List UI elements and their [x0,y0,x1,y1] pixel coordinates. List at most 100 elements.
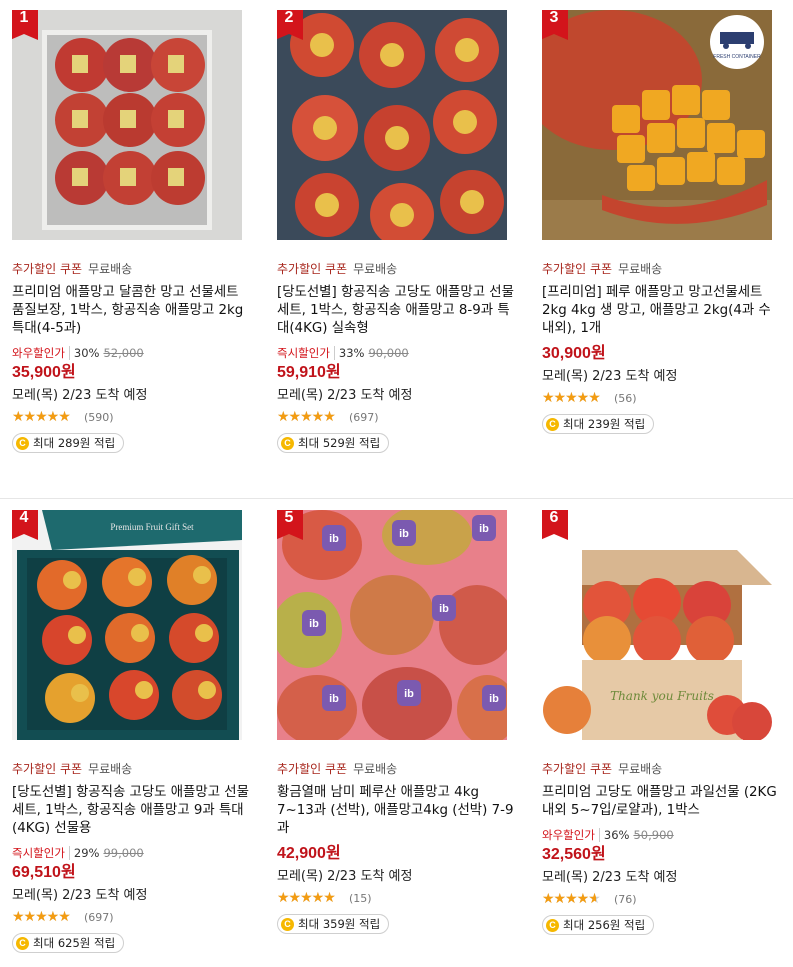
tag-line: 추가할인 쿠폰 무료배송 [542,262,793,276]
product-image[interactable]: 1 [12,10,242,240]
discount-line: 즉시할인가 29% 99,000 [12,846,274,860]
product-grid: 1 추가할인 쿠폰 무료배송 프리미엄 애플망고 달콤한 망고 선물세트 품질보장… [0,0,793,967]
product-image[interactable]: 2 [277,10,507,240]
sale-price: 42,900원 [277,845,341,862]
sticker-text: ib [399,528,409,540]
product-card[interactable]: 3 FRESH CONTAINER 추가할인 쿠폰무료배송 [프리미엄] 페루 [542,10,793,434]
discount-label: 즉시할인가 [277,346,335,360]
product-image[interactable]: 3 FRESH CONTAINER [542,10,772,240]
product-image[interactable]: 4 Premium Fruit Gift Set [12,510,242,740]
sale-price: 69,510원 [12,864,76,881]
reward-text: 최대 239원 적립 [563,417,646,431]
coin-icon: C [16,936,29,950]
review-count: (590) [84,410,114,424]
cut-mango-image: FRESH CONTAINER [542,10,772,240]
free-shipping-tag: 무료배송 [618,262,663,276]
product-card[interactable]: 5 ib ib ib ib ib ib ib ib 추가할인 쿠폰 무료배송 황… [277,510,539,934]
original-price: 50,900 [633,828,674,842]
reward-button[interactable]: C 최대 529원 적립 [277,433,390,453]
discount-rate: 36% [603,828,630,842]
delivery-info: 모레(목) 2/23 도착 예정 [12,388,148,403]
coin-icon: C [546,417,559,431]
rank-badge: 2 [277,10,303,40]
reward-text: 최대 256원 적립 [563,918,646,932]
review-count: (56) [614,391,637,405]
delivery-info: 모레(목) 2/23 도착 예정 [542,369,678,384]
review-count: (76) [614,892,637,906]
rating: ★★★★★ ★★★★★ (697) [277,409,539,425]
reward-button[interactable]: C 최대 289원 적립 [12,433,125,453]
product-image[interactable]: 6 Thank you Fruits [542,510,772,740]
review-count: (697) [349,410,379,424]
sticker-text: ib [439,603,449,615]
review-count: (15) [349,891,372,905]
discount-line: 와우할인가 36% 50,900 [542,828,793,842]
sticker-text: ib [309,618,319,630]
rank-badge: 6 [542,510,568,540]
tag-line: 추가할인 쿠폰 무료배송 [12,762,274,776]
star-icon: ★★★★★ ★★★★★ [12,910,71,924]
gift-box-image: Premium Fruit Gift Set [12,510,242,740]
product-title[interactable]: [프리미엄] 페루 애플망고 망고선물세트 2kg 4kg 생 망고, 애플망고… [542,284,782,338]
coin-icon: C [546,918,559,932]
product-title[interactable]: [당도선별] 항공직송 고당도 애플망고 선물세트, 1박스, 항공직송 애플망… [277,284,517,338]
coin-icon: C [16,436,29,450]
mango-net-image: ib ib ib ib ib ib ib ib [277,510,507,740]
reward-text: 최대 289원 적립 [33,436,116,450]
original-price: 52,000 [103,346,144,360]
rank-badge: 5 [277,510,303,540]
product-title[interactable]: [당도선별] 항공직송 고당도 애플망고 선물세트, 1박스, 항공직송 애플망… [12,784,252,838]
reward-button[interactable]: C 최대 239원 적립 [542,414,655,434]
tag-line: 추가할인 쿠폰 무료배송 [277,262,539,276]
product-title[interactable]: 프리미엄 고당도 애플망고 과일선물 (2KG 내외 5~7입/로얄과), 1박… [542,784,782,820]
rating: ★★★★★ ★★★★★ (590) [12,409,274,425]
coupon-tag: 추가할인 쿠폰 [277,262,348,276]
tag-line: 추가할인 쿠폰 무료배송 [12,262,274,276]
reward-button[interactable]: C 최대 256원 적립 [542,915,655,935]
coupon-tag: 추가할인 쿠폰 [542,262,613,276]
sale-price: 35,900원 [12,364,76,381]
star-icon: ★★★★★ ★★★★★ [277,891,336,905]
discount-line: 즉시할인가 33% 90,000 [277,346,539,360]
rating: ★★★★★ ★★★★★ (76) [542,891,793,907]
sticker-text: ib [404,688,414,700]
free-shipping-tag: 무료배송 [88,262,133,276]
rating: ★★★★★ ★★★★★ (697) [12,909,274,925]
reward-text: 최대 359원 적립 [298,917,381,931]
sticker-text: ib [329,693,339,705]
discount-label: 즉시할인가 [12,846,70,860]
star-icon: ★★★★★ ★★★★★ [12,410,71,424]
product-card[interactable]: 1 추가할인 쿠폰 무료배송 프리미엄 애플망고 달콤한 망고 선물세트 품질보장… [12,10,274,453]
product-card[interactable]: 2 추가할인 쿠폰 무료배송 [당도선별] 항공직송 고당도 애플망고 선물세트,… [277,10,539,453]
discount-rate: 29% [73,846,100,860]
discount-label: 와우할인가 [12,346,70,360]
sticker-text: ib [329,533,339,545]
reward-button[interactable]: C 최대 359원 적립 [277,914,390,934]
product-title[interactable]: 황금열매 남미 페루산 애플망고 4kg 7~13과 (선박), 애플망고4kg… [277,784,517,838]
star-icon: ★★★★★ ★★★★★ [542,892,600,906]
original-price: 99,000 [103,846,144,860]
delivery-info: 모레(목) 2/23 도착 예정 [277,388,413,403]
coupon-tag: 추가할인 쿠폰 [542,762,613,776]
product-card[interactable]: 4 Premium Fruit Gift Set 추가할인 쿠폰 무료배송 [당… [12,510,274,953]
discount-line: 와우할인가 30% 52,000 [12,346,274,360]
sticker-text: ib [489,693,499,705]
product-title[interactable]: 프리미엄 애플망고 달콤한 망고 선물세트 품질보장, 1박스, 항공직송 애플… [12,284,252,338]
sticker-text: ib [479,523,489,535]
original-price: 90,000 [368,346,409,360]
product-card[interactable]: 6 Thank you Fruits 추가할인 쿠폰 무료배송 프리미엄 고당도 … [542,510,793,935]
tag-line: 추가할인 쿠폰 무료배송 [277,762,539,776]
reward-button[interactable]: C 최대 625원 적립 [12,933,125,953]
reward-text: 최대 625원 적립 [33,936,116,950]
discount-label: 와우할인가 [542,828,600,842]
badge-text: FRESH CONTAINER [713,54,761,60]
delivery-info: 모레(목) 2/23 도착 예정 [542,870,678,885]
free-shipping-tag: 무료배송 [88,762,133,776]
coin-icon: C [281,917,294,931]
kraft-box-image: Thank you Fruits [542,510,772,740]
sale-price: 32,560원 [542,846,606,863]
delivery-info: 모레(목) 2/23 도착 예정 [277,869,413,884]
product-image[interactable]: 5 ib ib ib ib ib ib ib ib [277,510,507,740]
mango-tray-image [277,10,507,240]
rank-badge: 3 [542,10,568,40]
